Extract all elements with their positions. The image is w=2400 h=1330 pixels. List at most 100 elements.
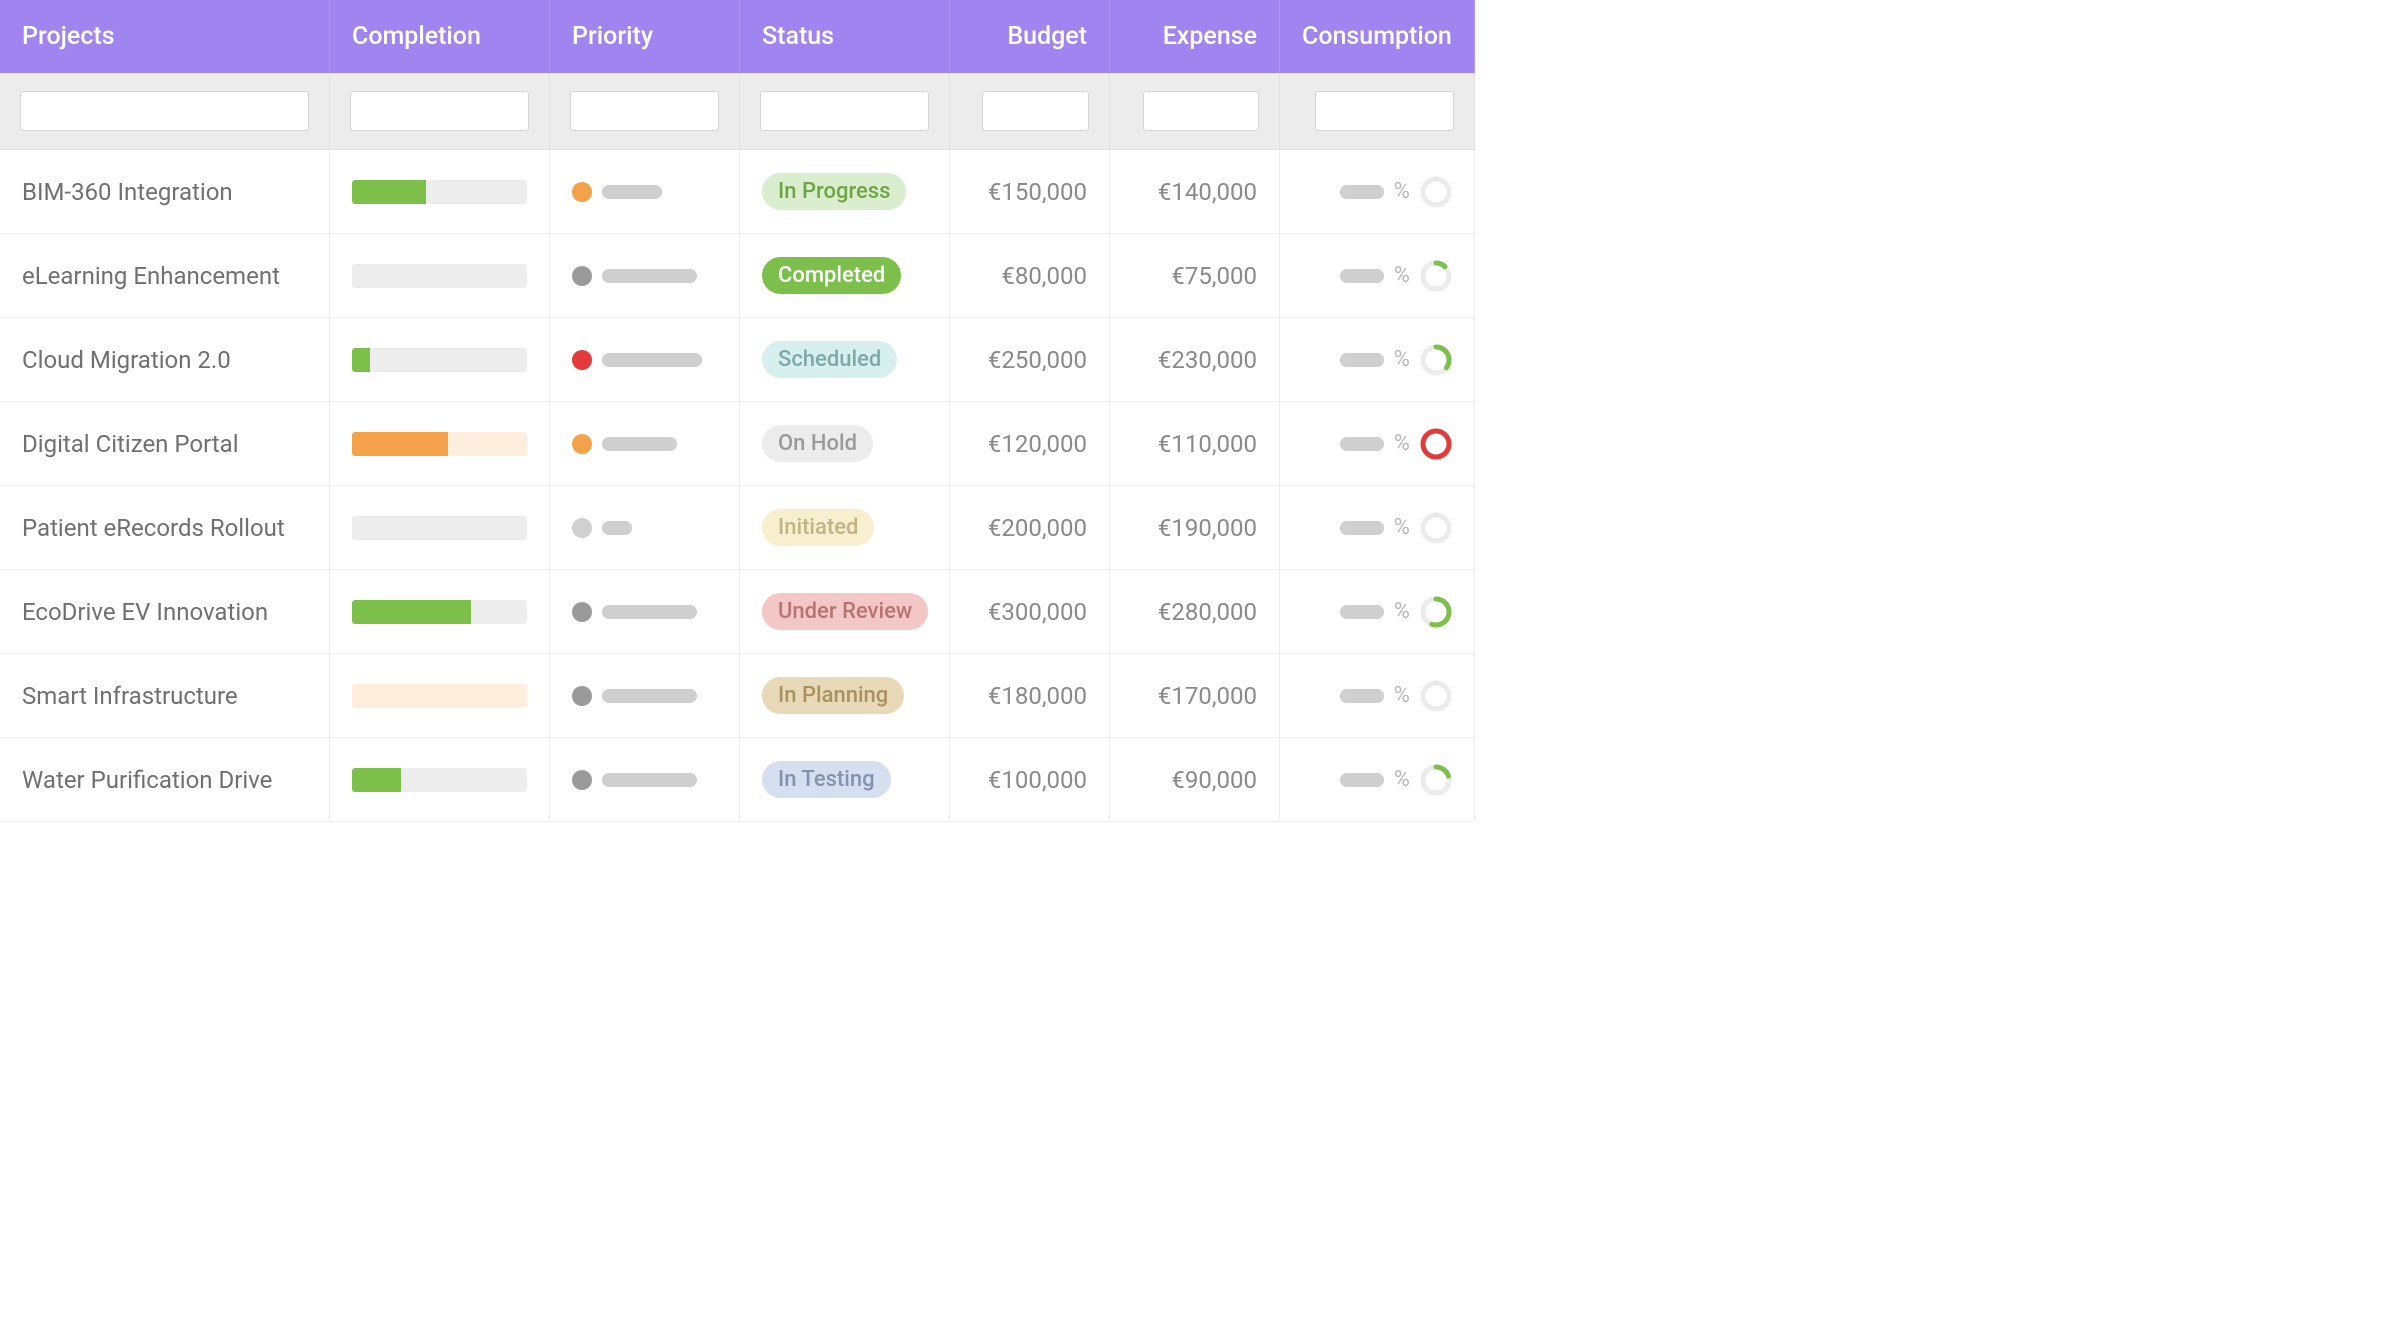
- project-name-cell[interactable]: Cloud Migration 2.0: [0, 318, 330, 402]
- priority-indicator: [572, 266, 697, 286]
- completion-cell: [330, 486, 550, 570]
- completion-bar: [352, 516, 527, 540]
- consumption-bar-icon: [1340, 605, 1384, 619]
- consumption-unit: %: [1394, 179, 1410, 204]
- completion-bar: [352, 768, 527, 792]
- priority-dot-icon: [572, 602, 592, 622]
- consumption-unit: %: [1394, 683, 1410, 708]
- expense-cell: €75,000: [1110, 234, 1280, 318]
- col-header-projects[interactable]: Projects: [0, 0, 330, 73]
- filter-input-completion[interactable]: [350, 91, 529, 131]
- completion-bar-fill: [352, 348, 370, 372]
- consumption-unit: %: [1394, 347, 1410, 372]
- expense-cell: €190,000: [1110, 486, 1280, 570]
- col-header-expense[interactable]: Expense: [1110, 0, 1280, 73]
- priority-cell: [550, 318, 740, 402]
- priority-cell: [550, 738, 740, 822]
- completion-cell: [330, 654, 550, 738]
- col-header-priority[interactable]: Priority: [550, 0, 740, 73]
- projects-table: Projects Completion Priority Status Budg…: [0, 0, 1466, 822]
- consumption-ring-icon: [1420, 680, 1452, 712]
- priority-dot-icon: [572, 770, 592, 790]
- priority-dot-icon: [572, 350, 592, 370]
- filter-input-priority[interactable]: [570, 91, 719, 131]
- consumption-unit: %: [1394, 431, 1410, 456]
- filter-input-projects[interactable]: [20, 91, 309, 131]
- completion-bar-fill: [352, 600, 471, 624]
- completion-bar-fill: [352, 180, 426, 204]
- col-header-budget[interactable]: Budget: [950, 0, 1110, 73]
- filter-cell-consumption: [1280, 73, 1475, 150]
- status-badge: In Testing: [762, 761, 891, 798]
- budget-cell: €250,000: [950, 318, 1110, 402]
- priority-indicator: [572, 770, 697, 790]
- completion-cell: [330, 150, 550, 234]
- consumption-ring-icon: [1420, 428, 1452, 460]
- status-badge: Completed: [762, 257, 901, 294]
- col-header-completion[interactable]: Completion: [330, 0, 550, 73]
- priority-dot-icon: [572, 518, 592, 538]
- filter-input-status[interactable]: [760, 91, 929, 131]
- priority-dot-icon: [572, 686, 592, 706]
- project-name-cell[interactable]: Digital Citizen Portal: [0, 402, 330, 486]
- consumption-cell: %: [1280, 318, 1475, 402]
- project-name-cell[interactable]: BIM-360 Integration: [0, 150, 330, 234]
- completion-cell: [330, 402, 550, 486]
- priority-indicator: [572, 434, 677, 454]
- project-name-cell[interactable]: Smart Infrastructure: [0, 654, 330, 738]
- consumption-bar-icon: [1340, 353, 1384, 367]
- status-cell: In Planning: [740, 654, 950, 738]
- completion-cell: [330, 738, 550, 822]
- priority-cell: [550, 234, 740, 318]
- budget-cell: €200,000: [950, 486, 1110, 570]
- filter-cell-projects: [0, 73, 330, 150]
- priority-indicator: [572, 602, 697, 622]
- consumption-ring-icon: [1420, 176, 1452, 208]
- filter-input-budget[interactable]: [982, 91, 1089, 131]
- priority-cell: [550, 150, 740, 234]
- completion-bar: [352, 264, 527, 288]
- completion-bar: [352, 684, 527, 708]
- priority-bar-icon: [602, 521, 632, 535]
- expense-cell: €280,000: [1110, 570, 1280, 654]
- priority-dot-icon: [572, 266, 592, 286]
- project-name-cell[interactable]: EcoDrive EV Innovation: [0, 570, 330, 654]
- completion-bar: [352, 432, 527, 456]
- status-badge: Scheduled: [762, 341, 897, 378]
- consumption-bar-icon: [1340, 437, 1384, 451]
- status-cell: Initiated: [740, 486, 950, 570]
- filter-input-consumption[interactable]: [1315, 91, 1453, 131]
- budget-cell: €150,000: [950, 150, 1110, 234]
- completion-cell: [330, 234, 550, 318]
- status-badge: Under Review: [762, 593, 928, 630]
- priority-indicator: [572, 350, 702, 370]
- filter-input-expense[interactable]: [1143, 91, 1259, 131]
- consumption-ring-icon: [1420, 764, 1452, 796]
- consumption-unit: %: [1394, 263, 1410, 288]
- col-header-status[interactable]: Status: [740, 0, 950, 73]
- project-name-cell[interactable]: Water Purification Drive: [0, 738, 330, 822]
- priority-bar-icon: [602, 773, 697, 787]
- priority-cell: [550, 654, 740, 738]
- status-cell: In Progress: [740, 150, 950, 234]
- priority-bar-icon: [602, 353, 702, 367]
- completion-bar-fill: [352, 432, 448, 456]
- completion-bar: [352, 600, 527, 624]
- priority-bar-icon: [602, 605, 697, 619]
- project-name-cell[interactable]: eLearning Enhancement: [0, 234, 330, 318]
- expense-cell: €110,000: [1110, 402, 1280, 486]
- priority-bar-icon: [602, 437, 677, 451]
- col-header-consumption[interactable]: Consumption: [1280, 0, 1475, 73]
- consumption-ring-icon: [1420, 596, 1452, 628]
- priority-bar-icon: [602, 185, 662, 199]
- consumption-bar-icon: [1340, 185, 1384, 199]
- completion-bar-fill: [352, 768, 401, 792]
- priority-cell: [550, 570, 740, 654]
- priority-cell: [550, 486, 740, 570]
- consumption-cell: %: [1280, 654, 1475, 738]
- expense-cell: €90,000: [1110, 738, 1280, 822]
- project-name-cell[interactable]: Patient eRecords Rollout: [0, 486, 330, 570]
- consumption-unit: %: [1394, 767, 1410, 792]
- consumption-ring-icon: [1420, 344, 1452, 376]
- expense-cell: €230,000: [1110, 318, 1280, 402]
